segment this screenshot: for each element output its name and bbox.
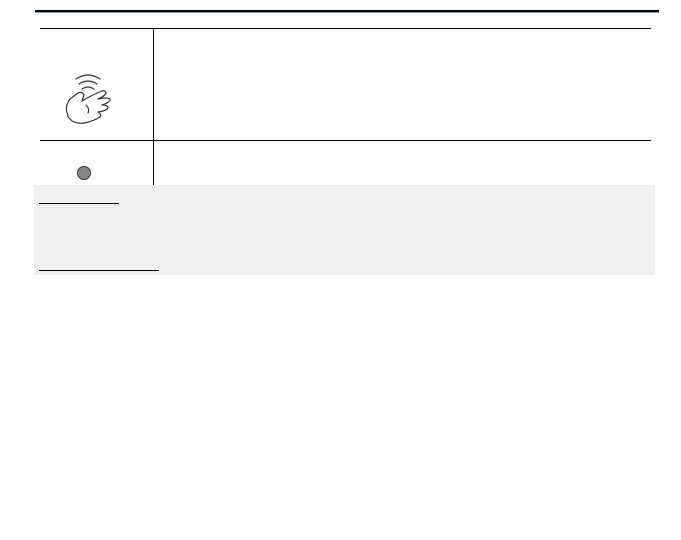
column-divider (153, 141, 154, 185)
indicator-light-icon (77, 166, 91, 180)
header-rule-accent (35, 12, 659, 13)
table-row (40, 28, 651, 141)
table-row (40, 140, 651, 186)
note-panel (34, 185, 655, 275)
note-top-rule (39, 203, 119, 204)
note-bottom-rule (39, 270, 159, 271)
hand-proximity-icon (65, 74, 111, 124)
column-divider (153, 29, 154, 141)
